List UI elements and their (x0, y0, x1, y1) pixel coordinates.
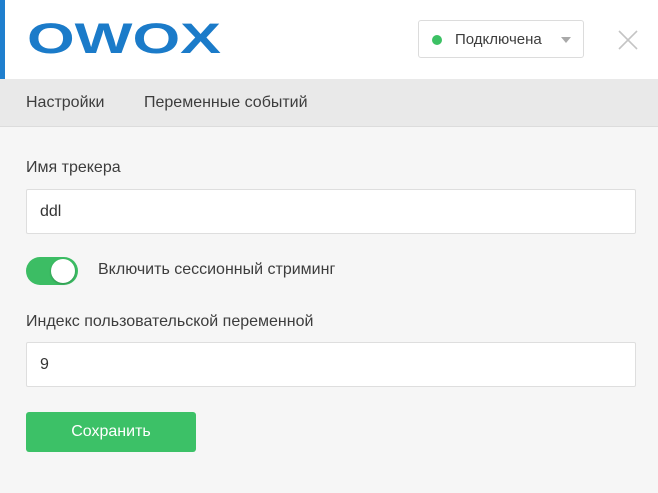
close-icon[interactable] (616, 28, 640, 52)
tab-settings[interactable]: Настройки (26, 94, 104, 112)
chevron-down-icon (561, 37, 571, 43)
tracker-name-label: Имя трекера (26, 159, 121, 176)
tab-bar: Настройки Переменные событий (0, 79, 658, 127)
session-streaming-label: Включить сессионный стриминг (98, 261, 336, 278)
tab-event-variables[interactable]: Переменные событий (144, 94, 308, 112)
toggle-knob (51, 259, 75, 283)
connection-status-label: Подключена (455, 31, 542, 48)
custom-variable-index-input[interactable] (26, 342, 636, 387)
header: OWOX Подключена (0, 0, 658, 79)
owox-logo: OWOX (27, 22, 221, 56)
session-streaming-toggle[interactable] (26, 257, 78, 285)
logo-text: OWOX (27, 22, 221, 56)
connection-status-dropdown[interactable]: Подключена (418, 20, 584, 58)
save-button[interactable]: Сохранить (26, 412, 196, 452)
custom-variable-index-label: Индекс пользовательской переменной (26, 313, 314, 330)
tracker-name-input[interactable] (26, 189, 636, 234)
header-accent-bar (0, 0, 5, 79)
status-dot-icon (432, 35, 442, 45)
